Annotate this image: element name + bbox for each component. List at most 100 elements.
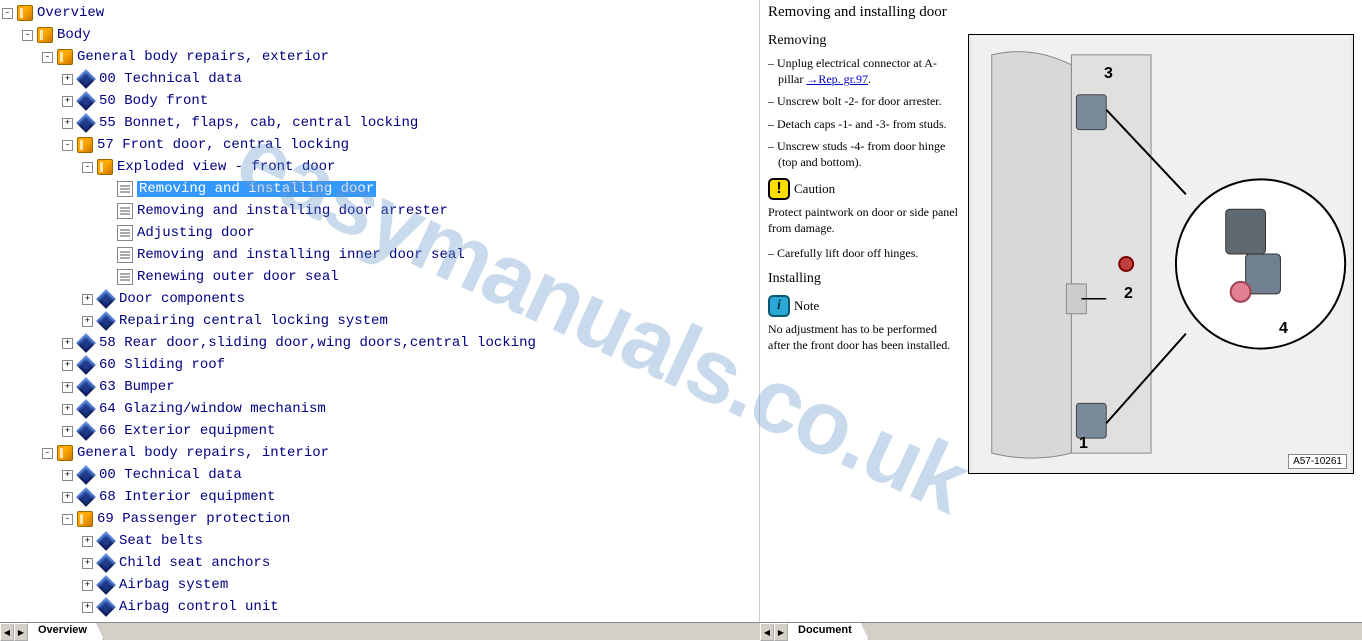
tree-item-label: 66 Exterior equipment [99,423,275,439]
tab-document[interactable]: Document [788,623,869,640]
expand-icon[interactable]: + [62,382,73,393]
no-expander [102,206,113,217]
tree-item-label: 50 Body front [99,93,208,109]
tree-item-label: Body [57,27,91,43]
tree-item[interactable]: + Airbag system [2,574,757,596]
tree-item[interactable]: +68 Interior equipment [2,486,757,508]
doc-link-rep-gr-97[interactable]: →Rep. gr.97 [806,72,868,86]
expand-icon[interactable]: + [82,558,93,569]
diamond-icon [96,575,116,595]
tree-item[interactable]: +00 Technical data [2,464,757,486]
tree-item[interactable]: +64 Glazing/window mechanism [2,398,757,420]
tree-item-label: 69 Passenger protection [97,511,290,527]
expand-icon[interactable]: + [82,580,93,591]
tree-item-label: Airbag control unit [119,599,279,615]
book-icon [37,27,53,43]
doc-icon [117,225,133,241]
tree-item[interactable]: +00 Technical data [2,68,757,90]
tab-scroll-right-icon[interactable]: ▶ [774,623,788,641]
note-label: Note [794,298,819,314]
tab-scroll-left-icon[interactable]: ◀ [760,623,774,641]
tab-scroll-left-icon[interactable]: ◀ [0,623,14,641]
tree-item[interactable]: -General body repairs, interior [2,442,757,464]
tree-item[interactable]: + Child seat anchors [2,552,757,574]
tree-item[interactable]: +60 Sliding roof [2,354,757,376]
tree-item[interactable]: +Door components [2,288,757,310]
expand-icon[interactable]: + [82,602,93,613]
tree-item-label: 00 Technical data [99,71,242,87]
tree-item-label: 57 Front door, central locking [97,137,349,153]
tree-item[interactable]: - Body [2,24,757,46]
tab-scroll-right-icon[interactable]: ▶ [14,623,28,641]
expand-icon[interactable]: + [62,118,73,129]
tree-item-label: Removing and installing door arrester [137,203,448,219]
book-icon [57,49,73,65]
tab-overview[interactable]: Overview [28,623,104,640]
tree-item[interactable]: - Exploded view - front door [2,156,757,178]
caution-text: Protect paintwork on door or side panel … [768,204,960,236]
tree-item[interactable]: +Repairing central locking system [2,310,757,332]
tree-item-label: Adjusting door [137,225,255,241]
diamond-icon [76,465,96,485]
tree-item[interactable]: + Airbag control unit [2,596,757,618]
expand-icon[interactable]: + [62,404,73,415]
collapse-icon[interactable]: - [42,448,53,459]
tree-panel[interactable]: -Overview-Body-General body repairs, ext… [0,0,760,622]
diagram-code: A57-10261 [1288,454,1347,469]
expand-icon[interactable]: + [62,470,73,481]
caution-icon: ! [768,178,790,200]
doc-step: Unplug electrical connector at A-pillar … [778,55,960,87]
tree-item[interactable]: +55 Bonnet, flaps, cab, central locking [2,112,757,134]
doc-step: Unscrew studs -4- from door hinge (top a… [778,138,960,170]
note-text: No adjustment has to be performed after … [768,321,960,353]
expand-icon[interactable]: + [62,74,73,85]
tree-item[interactable]: Removing and installing door [2,178,757,200]
tree-item-label: Child seat anchors [119,555,270,571]
diamond-icon [76,91,96,111]
collapse-icon[interactable]: - [42,52,53,63]
tree-item[interactable]: Removing and installing inner door seal [2,244,757,266]
expand-icon[interactable]: + [62,360,73,371]
tree-item-label: Exploded view - front door [117,159,335,175]
book-icon [17,5,33,21]
tree-item[interactable]: - 69 Passenger protection [2,508,757,530]
tree-item[interactable]: -Overview [2,2,757,24]
diamond-icon [96,553,116,573]
tree-item-label: Renewing outer door seal [137,269,339,285]
tree-item-label: Removing and installing door [137,181,376,197]
collapse-icon[interactable]: - [2,8,13,19]
diamond-icon [76,421,96,441]
diamond-icon [76,333,96,353]
collapse-icon[interactable]: - [62,140,73,151]
expand-icon[interactable]: + [62,492,73,503]
doc-step: Detach caps -1- and -3- from studs. [778,116,960,132]
tree-item[interactable]: Removing and installing door arrester [2,200,757,222]
tree-item[interactable]: +58 Rear door,sliding door,wing doors,ce… [2,332,757,354]
expand-icon[interactable]: + [62,426,73,437]
tree-item[interactable]: - 57 Front door, central locking [2,134,757,156]
tree-item[interactable]: +Seat belts [2,530,757,552]
tree-item[interactable]: +66 Exterior equipment [2,420,757,442]
expand-icon[interactable]: + [62,338,73,349]
expand-icon[interactable]: + [62,96,73,107]
tree-item[interactable]: Adjusting door [2,222,757,244]
expand-icon[interactable]: + [82,294,93,305]
tree-item-label: Airbag system [119,577,228,593]
tree-item[interactable]: +50 Body front [2,90,757,112]
doc-icon [117,203,133,219]
collapse-icon[interactable]: - [22,30,33,41]
expand-icon[interactable]: + [82,536,93,547]
collapse-icon[interactable]: - [62,514,73,525]
tree-item[interactable]: +63 Bumper [2,376,757,398]
diamond-icon [76,69,96,89]
doc-step: Carefully lift door off hinges. [778,245,960,261]
document-panel: Removing and installing door Removing Un… [760,0,1362,622]
doc-icon [117,247,133,263]
left-tab-bar: ◀ ▶ Overview [0,622,760,640]
tree-item[interactable]: -General body repairs, exterior [2,46,757,68]
book-icon [77,511,93,527]
diagram-callout-1: 1 [1079,435,1088,453]
collapse-icon[interactable]: - [82,162,93,173]
tree-item[interactable]: Renewing outer door seal [2,266,757,288]
expand-icon[interactable]: + [82,316,93,327]
